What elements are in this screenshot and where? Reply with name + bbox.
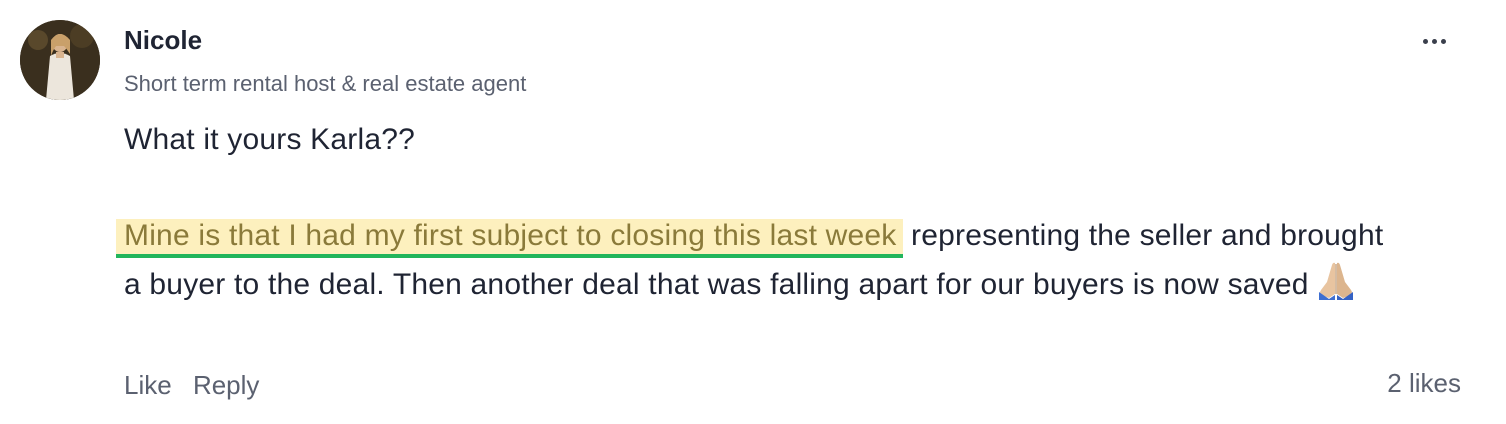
comment-actions: Like Reply — [124, 368, 273, 402]
more-horizontal-icon-dot — [1440, 38, 1446, 44]
more-options-button[interactable] — [1414, 28, 1454, 54]
comment-line-1: What it yours Karla?? — [124, 123, 415, 156]
folded-hands-emoji-icon — [1315, 260, 1357, 315]
avatar[interactable] — [20, 20, 100, 100]
author-bio: Short term rental host & real estate age… — [124, 71, 527, 96]
more-horizontal-icon — [1422, 38, 1428, 44]
comment-card: Nicole Short term rental host & real est… — [0, 0, 1506, 424]
likes-count[interactable]: 2 likes — [1387, 366, 1461, 400]
comment-paragraph-2: Mine is that I had my first subject to c… — [116, 212, 1384, 315]
highlighted-text[interactable]: Mine is that I had my first subject to c… — [116, 219, 903, 258]
more-horizontal-icon-dot — [1431, 38, 1437, 44]
like-button[interactable]: Like — [124, 370, 172, 400]
avatar-photo — [20, 20, 100, 100]
comment-body: What it yours Karla?? Mine is that I had… — [116, 116, 1384, 315]
reply-button[interactable]: Reply — [193, 370, 259, 400]
author-name[interactable]: Nicole — [124, 25, 202, 55]
